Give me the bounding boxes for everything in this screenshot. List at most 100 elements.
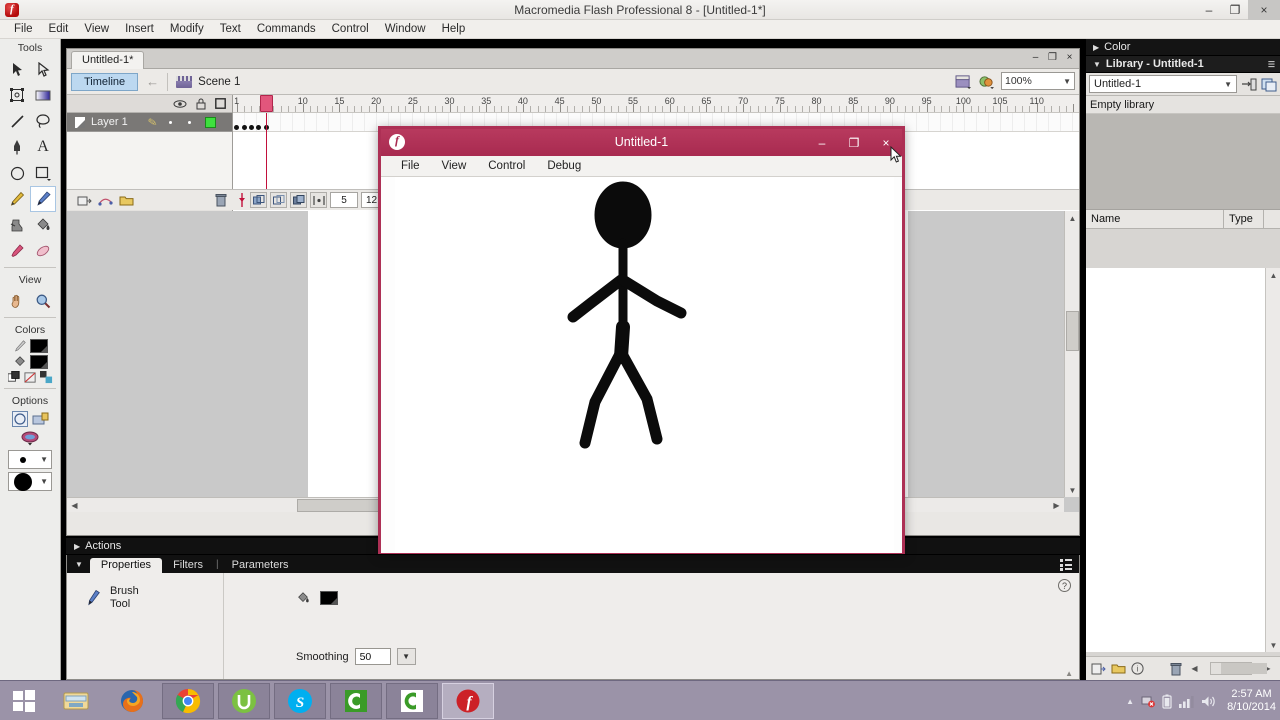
player-menu-debug[interactable]: Debug (536, 160, 592, 172)
player-minimize-button[interactable]: – (806, 129, 838, 156)
scroll-right-arrow[interactable]: ▶ (1049, 498, 1064, 512)
color-panel-header[interactable]: ▶ Color (1086, 39, 1280, 56)
restore-button[interactable]: ❐ (1222, 0, 1248, 20)
network-icon[interactable] (1141, 694, 1155, 708)
signal-strength-icon[interactable] (1179, 695, 1194, 708)
object-drawing-icon[interactable] (11, 410, 29, 428)
menu-modify[interactable]: Modify (162, 20, 212, 39)
zoom-level-select[interactable]: 100% ▼ (1001, 72, 1075, 90)
eraser-tool[interactable] (30, 238, 56, 264)
keyframe-marker[interactable] (234, 125, 240, 130)
text-tool[interactable]: A (30, 134, 56, 160)
menu-text[interactable]: Text (212, 20, 249, 39)
fill-color-swatch[interactable] (29, 355, 48, 369)
pen-tool[interactable] (4, 134, 30, 160)
gradient-transform-tool[interactable] (30, 82, 56, 108)
new-folder-icon[interactable] (1111, 662, 1126, 676)
library-list-scrollbar[interactable]: ▲ ▼ (1265, 268, 1280, 652)
library-footer-left-arrow[interactable]: ◀ (1187, 662, 1202, 676)
delete-item-icon[interactable] (1170, 662, 1182, 676)
ink-bottle-tool[interactable] (4, 212, 30, 238)
document-restore-button[interactable]: ❐ (1045, 50, 1060, 65)
library-document-select[interactable]: Untitled-1 ▼ (1089, 75, 1237, 93)
taskbar-skype[interactable]: S (274, 683, 326, 719)
library-column-type[interactable]: Type (1224, 209, 1264, 229)
black-and-white-icon[interactable] (7, 371, 21, 384)
library-scroll-up-arrow[interactable]: ▲ (1266, 268, 1280, 282)
flash-player-titlebar[interactable]: Untitled-1 – ❐ × (381, 129, 902, 156)
player-menu-view[interactable]: View (431, 160, 478, 172)
eyedropper-tool[interactable] (4, 238, 30, 264)
symbol-properties-icon[interactable]: i (1131, 662, 1144, 675)
selection-tool[interactable] (4, 56, 30, 82)
document-close-button[interactable]: × (1062, 50, 1077, 65)
tab-parameters[interactable]: Parameters (221, 558, 300, 573)
library-items-list[interactable]: ▲ ▼ (1086, 268, 1280, 652)
hand-tool[interactable] (4, 288, 30, 314)
collapse-triangle-icon[interactable]: ▼ (75, 560, 83, 569)
taskbar-firefox[interactable] (106, 683, 158, 719)
layer-row-1[interactable]: Layer 1 ✎ (67, 113, 232, 132)
flash-player-stage[interactable] (381, 177, 902, 553)
tab-filters[interactable]: Filters (162, 558, 214, 573)
show-hidden-icons[interactable]: ▲ (1126, 697, 1134, 706)
player-menu-file[interactable]: File (390, 160, 431, 172)
scene-label[interactable]: Scene 1 (198, 76, 240, 88)
layer-outline-color[interactable] (204, 116, 216, 128)
playhead-handle[interactable] (260, 95, 274, 112)
delete-layer-icon[interactable] (215, 193, 227, 207)
pencil-tool[interactable] (4, 186, 30, 212)
stage-vertical-scrollbar[interactable]: ▲ ▼ (1064, 211, 1079, 497)
library-panel-header[interactable]: ▼ Library - Untitled-1 ☰ (1086, 56, 1280, 73)
panel-resize-grip[interactable]: ▲ (1065, 669, 1073, 678)
close-button[interactable]: × (1248, 0, 1280, 20)
eye-icon[interactable] (173, 99, 187, 109)
line-tool[interactable] (4, 108, 30, 134)
panel-menu-icon[interactable] (1060, 559, 1073, 571)
properties-fill-swatch[interactable] (320, 591, 338, 605)
pin-library-icon[interactable] (1241, 77, 1257, 92)
edit-scene-icon[interactable] (955, 74, 972, 89)
smoothing-input[interactable]: 50 (354, 648, 391, 665)
taskbar-utorrent[interactable] (218, 683, 270, 719)
help-icon[interactable]: ? (1058, 579, 1071, 592)
battery-icon[interactable] (1162, 694, 1172, 709)
lasso-tool[interactable] (30, 108, 56, 134)
smoothing-dropdown-button[interactable]: ▼ (396, 648, 416, 665)
free-transform-tool[interactable] (4, 82, 30, 108)
menu-view[interactable]: View (76, 20, 117, 39)
lock-icon[interactable] (196, 98, 206, 110)
edit-symbol-icon[interactable] (978, 74, 995, 89)
no-color-icon[interactable] (23, 371, 37, 384)
oval-tool[interactable] (4, 160, 30, 186)
library-scroll-down-arrow[interactable]: ▼ (1266, 638, 1280, 652)
start-button[interactable] (2, 683, 46, 719)
edit-multiple-frames-button[interactable] (290, 192, 307, 208)
library-panel-menu-icon[interactable]: ☰ (1268, 60, 1275, 69)
taskbar-flash-professional[interactable]: f (442, 683, 494, 719)
new-library-panel-icon[interactable] (1261, 77, 1277, 92)
outline-icon[interactable] (215, 98, 226, 109)
brush-tool[interactable] (30, 186, 56, 212)
back-arrow-icon[interactable]: ← (146, 74, 159, 89)
menu-commands[interactable]: Commands (249, 20, 324, 39)
document-tab[interactable]: Untitled-1* (71, 51, 145, 69)
menu-file[interactable]: File (6, 20, 41, 39)
layer-lock-dot[interactable] (187, 120, 191, 124)
volume-icon[interactable] (1201, 695, 1216, 708)
rectangle-tool[interactable] (30, 160, 56, 186)
swap-colors-icon[interactable] (39, 371, 53, 384)
taskbar-file-explorer[interactable] (50, 683, 102, 719)
layer-visibility-dot[interactable] (168, 120, 172, 124)
stage-vscroll-thumb[interactable] (1066, 311, 1079, 351)
taskbar-chrome[interactable] (162, 683, 214, 719)
onion-skin-button[interactable] (250, 192, 267, 208)
menu-window[interactable]: Window (377, 20, 434, 39)
center-frame-icon[interactable] (237, 193, 247, 207)
layer-name[interactable]: Layer 1 (91, 116, 128, 128)
minimize-button[interactable]: – (1196, 0, 1222, 20)
lock-fill-icon[interactable] (32, 410, 50, 428)
library-column-name[interactable]: Name (1086, 209, 1224, 229)
onion-skin-outlines-button[interactable] (270, 192, 287, 208)
menu-help[interactable]: Help (434, 20, 474, 39)
